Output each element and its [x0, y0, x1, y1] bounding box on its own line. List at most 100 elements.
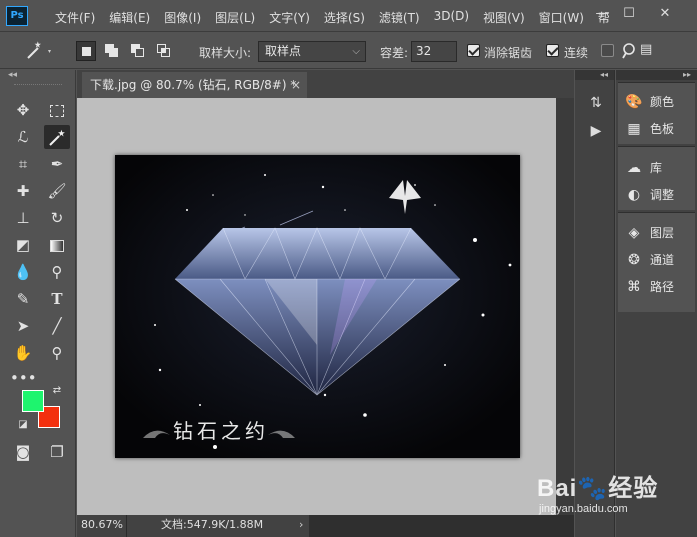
move-tool[interactable]: ✥ — [10, 98, 36, 122]
cc-libraries-icon: ☁ — [627, 160, 641, 176]
status-bar: 80.67% 文档:547.9K/1.88M › — [77, 515, 574, 537]
history-brush-tool[interactable]: ↻ — [44, 206, 70, 230]
vertical-scrollbar[interactable] — [556, 98, 574, 515]
subtract-selection-button[interactable] — [128, 41, 148, 61]
menu-layer[interactable]: 图层(L) — [208, 9, 262, 26]
actions-panel-button[interactable]: ▶ — [585, 120, 607, 142]
blur-tool[interactable]: 💧 — [10, 260, 36, 284]
anti-alias-label: 消除锯齿 — [484, 46, 533, 60]
gradient-tool[interactable] — [44, 233, 70, 257]
document-image[interactable]: 钻石之约 — [115, 155, 520, 458]
add-selection-button[interactable] — [102, 41, 122, 61]
channels-panel-button[interactable]: ❂ 通道 — [624, 249, 694, 271]
lasso-tool[interactable]: ℒ — [10, 125, 36, 149]
minimize-button[interactable]: — — [589, 4, 615, 26]
document-area: 下载.jpg @ 80.7% (钻石, RGB/8#) * × 钻石之约 80.… — [77, 70, 574, 537]
edit-toolbar-button[interactable]: ••• — [10, 366, 37, 390]
layers-panel-button[interactable]: ◈ 图层 — [624, 222, 694, 244]
eyedropper-tool[interactable]: ✒ — [44, 152, 70, 176]
close-tab-icon[interactable]: × — [291, 72, 301, 98]
hand-tool[interactable]: ✋ — [10, 341, 36, 365]
menu-window[interactable]: 窗口(W) — [532, 9, 591, 26]
contiguous-checkbox[interactable] — [546, 44, 559, 57]
swatches-icon: ▦ — [627, 121, 641, 137]
status-menu-arrow-icon[interactable]: › — [299, 515, 303, 535]
screen-mode-button[interactable]: ❐ — [44, 440, 70, 464]
menu-filter[interactable]: 滤镜(T) — [372, 9, 427, 26]
sample-size-label: 取样大小: — [199, 46, 252, 60]
dock-collapse-icon[interactable]: ◂◂ — [575, 70, 614, 80]
image-caption: 钻石之约 — [173, 419, 269, 443]
sample-size-select[interactable]: 取样点 ⌵ — [258, 41, 366, 62]
menu-edit[interactable]: 编辑(E) — [102, 9, 157, 26]
quick-mask-button[interactable]: ◙ — [10, 440, 36, 464]
watermark-url: jingyan.baidu.com — [539, 503, 628, 515]
collapsed-dock: ◂◂ ⇅ ▶ — [575, 70, 615, 537]
panel-grip[interactable] — [14, 84, 62, 87]
panel-group-libraries: ☁ 库 ◐ 调整 — [618, 146, 695, 210]
horizontal-scrollbar[interactable] — [309, 515, 574, 537]
magic-wand-tool[interactable] — [44, 125, 70, 149]
menu-bar: Ps 文件(F) 编辑(E) 图像(I) 图层(L) 文字(Y) 选择(S) 滤… — [0, 0, 697, 32]
healing-icon: ✚ — [16, 182, 30, 200]
canvas-pasteboard[interactable]: 钻石之约 — [77, 98, 556, 515]
line-tool[interactable]: ╱ — [44, 314, 70, 338]
paths-panel-button[interactable]: ⌘ 路径 — [624, 276, 694, 298]
magic-wand-icon — [49, 129, 65, 146]
color-panel-button[interactable]: 🎨 颜色 — [624, 91, 694, 113]
eyedropper-icon: ✒ — [50, 155, 64, 173]
sample-all-layers-checkbox[interactable] — [601, 44, 614, 57]
tool-preset-picker[interactable] — [24, 40, 56, 62]
workspace-icon[interactable]: ▤ — [640, 42, 656, 60]
collapse-icon[interactable]: ◂◂ — [8, 70, 17, 80]
zoom-tool[interactable]: ⚲ — [44, 341, 70, 365]
stamp-tool[interactable]: ⊥ — [10, 206, 36, 230]
pen-tool[interactable]: ✎ — [10, 287, 36, 311]
menu-type[interactable]: 文字(Y) — [262, 9, 317, 26]
dodge-tool[interactable]: ⚲ — [44, 260, 70, 284]
layers-icon: ◈ — [628, 225, 640, 241]
palette-icon: 🎨 — [625, 94, 643, 110]
maximize-button[interactable]: ☐ — [616, 4, 642, 26]
play-icon: ▶ — [590, 123, 602, 139]
marquee-tool[interactable] — [44, 98, 70, 122]
crop-tool[interactable]: ⌗ — [10, 152, 36, 176]
zoom-level-field[interactable]: 80.67% — [77, 515, 127, 537]
swatches-panel-button[interactable]: ▦ 色板 — [624, 118, 694, 140]
panel-group-color: 🎨 颜色 ▦ 色板 — [618, 82, 695, 144]
photoshop-logo: Ps — [6, 6, 28, 26]
close-button[interactable]: ✕ — [652, 4, 678, 26]
tolerance-input[interactable]: 32 — [411, 41, 457, 62]
new-selection-button[interactable] — [76, 41, 96, 61]
document-tab[interactable]: 下载.jpg @ 80.7% (钻石, RGB/8#) * × — [82, 72, 307, 98]
brush-icon: 🖌 — [47, 182, 67, 200]
libraries-panel-button[interactable]: ☁ 库 — [624, 157, 694, 179]
type-tool[interactable]: T — [44, 287, 70, 311]
history-panel-button[interactable]: ⇅ — [585, 92, 607, 114]
eraser-tool[interactable]: ◩ — [10, 233, 36, 257]
menu-items: 文件(F) 编辑(E) 图像(I) 图层(L) 文字(Y) 选择(S) 滤镜(T… — [48, 9, 617, 26]
healing-tool[interactable]: ✚ — [10, 179, 36, 203]
anti-alias-checkbox[interactable] — [467, 44, 480, 57]
search-icon[interactable] — [622, 42, 638, 60]
watermark-brand: Bai🐾经验 — [537, 475, 659, 502]
menu-3d[interactable]: 3D(D) — [427, 9, 476, 26]
eraser-icon: ◩ — [15, 236, 31, 254]
default-colors-icon[interactable]: ◪ — [16, 418, 30, 432]
tools-panel: ◂◂ ✥ ℒ ⌗ ✒ ✚ 🖌 ⊥ ↻ ◩ 💧 ⚲ ✎ T ➤ ╱ ✋ ⚲ •••… — [0, 70, 76, 537]
marquee-icon — [50, 104, 64, 117]
path-select-tool[interactable]: ➤ — [10, 314, 36, 338]
document-info: 文档:547.9K/1.88M — [161, 518, 264, 531]
dock-expand-icon[interactable]: ▸▸ — [616, 70, 697, 80]
menu-file[interactable]: 文件(F) — [48, 9, 102, 26]
menu-image[interactable]: 图像(I) — [157, 9, 208, 26]
adjustments-panel-button[interactable]: ◐ 调整 — [624, 184, 694, 206]
swap-colors-icon[interactable]: ⇄ — [50, 384, 64, 398]
menu-view[interactable]: 视图(V) — [476, 9, 532, 26]
brush-tool[interactable]: 🖌 — [44, 179, 70, 203]
menu-select[interactable]: 选择(S) — [317, 9, 372, 26]
magic-wand-icon — [27, 41, 51, 59]
hand-icon: ✋ — [13, 344, 33, 362]
foreground-color-swatch[interactable] — [22, 390, 44, 412]
intersect-selection-button[interactable] — [154, 41, 174, 61]
